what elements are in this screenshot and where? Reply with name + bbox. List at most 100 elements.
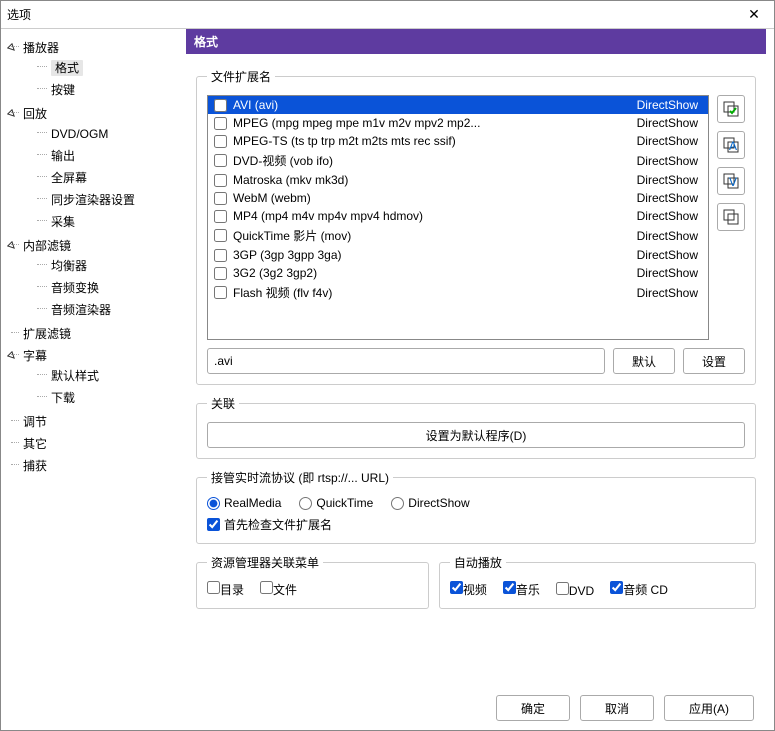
extension-name: 3G2 (3g2 3gp2) bbox=[233, 266, 631, 280]
ok-button[interactable]: 确定 bbox=[496, 695, 570, 721]
context-checkbox[interactable] bbox=[207, 581, 220, 594]
extension-row[interactable]: 3GP (3gp 3gpp 3ga)DirectShow bbox=[208, 246, 708, 264]
tree-label: 捕获 bbox=[23, 459, 47, 473]
tree-node[interactable]: 回放DVD/OGM输出全屏幕同步渲染器设置采集 bbox=[5, 103, 182, 235]
autoplay-option[interactable]: 音乐 bbox=[503, 581, 540, 598]
extension-checkbox[interactable] bbox=[214, 286, 227, 299]
association-group: 关联 设置为默认程序(D) bbox=[196, 395, 756, 459]
extension-name: Flash 视频 (flv f4v) bbox=[233, 284, 631, 301]
extension-engine: DirectShow bbox=[637, 173, 702, 187]
autoplay-option[interactable]: DVD bbox=[556, 582, 594, 598]
apply-button[interactable]: 应用(A) bbox=[664, 695, 754, 721]
chevron-down-icon[interactable] bbox=[7, 106, 19, 124]
set-default-program-button[interactable]: 设置为默认程序(D) bbox=[207, 422, 745, 448]
extension-checkbox[interactable] bbox=[214, 192, 227, 205]
autoplay-checkbox[interactable] bbox=[610, 581, 623, 594]
tree-node[interactable]: 格式 bbox=[23, 57, 182, 79]
context-option[interactable]: 目录 bbox=[207, 581, 244, 598]
cancel-button[interactable]: 取消 bbox=[580, 695, 654, 721]
chevron-down-icon[interactable] bbox=[7, 348, 19, 366]
extension-checkbox[interactable] bbox=[214, 210, 227, 223]
extension-checkbox[interactable] bbox=[214, 267, 227, 280]
extension-row[interactable]: MPEG (mpg mpeg mpe m1v m2v mpv2 mp2... Di… bbox=[208, 114, 708, 132]
extension-row[interactable]: WebM (webm)DirectShow bbox=[208, 189, 708, 207]
tree-node[interactable]: 其它 bbox=[5, 433, 182, 455]
svg-text:V: V bbox=[729, 175, 737, 189]
extension-checkbox[interactable] bbox=[214, 249, 227, 262]
context-checkbox[interactable] bbox=[260, 581, 273, 594]
autoplay-checkbox[interactable] bbox=[556, 582, 569, 595]
select-all-a-icon[interactable]: A bbox=[717, 131, 745, 159]
extension-name: MP4 (mp4 m4v mp4v mpv4 hdmov) bbox=[233, 209, 631, 223]
tree-node[interactable]: 扩展滤镜 bbox=[5, 323, 182, 345]
tree-node[interactable]: 均衡器 bbox=[23, 255, 182, 277]
tree-node[interactable]: 调节 bbox=[5, 411, 182, 433]
autoplay-checkbox[interactable] bbox=[450, 581, 463, 594]
autoplay-option[interactable]: 音频 CD bbox=[610, 581, 668, 598]
default-button[interactable]: 默认 bbox=[613, 348, 675, 374]
close-icon[interactable]: ✕ bbox=[740, 6, 768, 23]
svg-text:A: A bbox=[729, 139, 737, 153]
tree-label: 其它 bbox=[23, 437, 47, 451]
rtsp-option[interactable]: QuickTime bbox=[299, 496, 373, 510]
tree-node[interactable]: 按键 bbox=[23, 79, 182, 101]
sidebar: 播放器格式按键回放DVD/OGM输出全屏幕同步渲染器设置采集内部滤镜均衡器音频变… bbox=[1, 29, 186, 730]
rtsp-radio[interactable] bbox=[391, 497, 404, 510]
tree-label: 扩展滤镜 bbox=[23, 327, 71, 341]
extension-name: Matroska (mkv mk3d) bbox=[233, 173, 631, 187]
extension-row[interactable]: 3G2 (3g2 3gp2)DirectShow bbox=[208, 264, 708, 282]
extension-name: AVI (avi) bbox=[233, 98, 631, 112]
extension-row[interactable]: Matroska (mkv mk3d) DirectShow bbox=[208, 171, 708, 189]
tree-node[interactable]: 播放器格式按键 bbox=[5, 37, 182, 103]
extension-row[interactable]: QuickTime 影片 (mov)DirectShow bbox=[208, 225, 708, 246]
extension-name: 3GP (3gp 3gpp 3ga) bbox=[233, 248, 631, 262]
extension-engine: DirectShow bbox=[637, 116, 702, 130]
tree-label: DVD/OGM bbox=[51, 127, 108, 141]
tree-node[interactable]: 输出 bbox=[23, 145, 182, 167]
rtsp-option[interactable]: RealMedia bbox=[207, 496, 281, 510]
rtsp-legend: 接管实时流协议 (即 rtsp://... URL) bbox=[207, 469, 393, 486]
tree-node[interactable]: DVD/OGM bbox=[23, 123, 182, 145]
tree-label: 采集 bbox=[51, 215, 75, 229]
extension-checkbox[interactable] bbox=[214, 174, 227, 187]
extension-checkbox[interactable] bbox=[214, 229, 227, 242]
tree-label: 均衡器 bbox=[51, 259, 87, 273]
select-video-icon[interactable]: V bbox=[717, 167, 745, 195]
autoplay-option[interactable]: 视频 bbox=[450, 581, 487, 598]
extension-row[interactable]: DVD-视频 (vob ifo)DirectShow bbox=[208, 150, 708, 171]
tree-node[interactable]: 捕获 bbox=[5, 455, 182, 477]
autoplay-checkbox[interactable] bbox=[503, 581, 516, 594]
rtsp-radio[interactable] bbox=[299, 497, 312, 510]
select-none-icon[interactable] bbox=[717, 203, 745, 231]
tree-node[interactable]: 默认样式 bbox=[23, 365, 182, 387]
rtsp-option[interactable]: DirectShow bbox=[391, 496, 469, 510]
set-button[interactable]: 设置 bbox=[683, 348, 745, 374]
chevron-down-icon[interactable] bbox=[7, 40, 19, 58]
extension-checkbox[interactable] bbox=[214, 117, 227, 130]
extension-list[interactable]: AVI (avi)DirectShowMPEG (mpg mpeg mpe m1… bbox=[207, 95, 709, 340]
extension-row[interactable]: MPEG-TS (ts tp trp m2t m2ts mts rec ssif… bbox=[208, 132, 708, 150]
extension-name: MPEG (mpg mpeg mpe m1v m2v mpv2 mp2... bbox=[233, 116, 631, 130]
extension-row[interactable]: Flash 视频 (flv f4v)DirectShow bbox=[208, 282, 708, 303]
tree-node[interactable]: 采集 bbox=[23, 211, 182, 233]
rtsp-group: 接管实时流协议 (即 rtsp://... URL) RealMedia Quic… bbox=[196, 469, 756, 544]
extension-checkbox[interactable] bbox=[214, 99, 227, 112]
tree-node[interactable]: 下载 bbox=[23, 387, 182, 409]
extension-checkbox[interactable] bbox=[214, 154, 227, 167]
extension-row[interactable]: MP4 (mp4 m4v mp4v mpv4 hdmov)DirectShow bbox=[208, 207, 708, 225]
context-option[interactable]: 文件 bbox=[260, 581, 297, 598]
tree-label: 按键 bbox=[51, 83, 75, 97]
chevron-down-icon[interactable] bbox=[7, 238, 19, 256]
rtsp-radio[interactable] bbox=[207, 497, 220, 510]
tree-node[interactable]: 内部滤镜均衡器音频变换音频渲染器 bbox=[5, 235, 182, 323]
extension-row[interactable]: AVI (avi)DirectShow bbox=[208, 96, 708, 114]
check-extension-first-checkbox[interactable] bbox=[207, 518, 220, 531]
extension-checkbox[interactable] bbox=[214, 135, 227, 148]
select-all-check-icon[interactable] bbox=[717, 95, 745, 123]
extension-input[interactable] bbox=[207, 348, 605, 374]
tree-node[interactable]: 音频渲染器 bbox=[23, 299, 182, 321]
tree-node[interactable]: 全屏幕 bbox=[23, 167, 182, 189]
tree-node[interactable]: 音频变换 bbox=[23, 277, 182, 299]
tree-node[interactable]: 字幕默认样式下载 bbox=[5, 345, 182, 411]
tree-node[interactable]: 同步渲染器设置 bbox=[23, 189, 182, 211]
